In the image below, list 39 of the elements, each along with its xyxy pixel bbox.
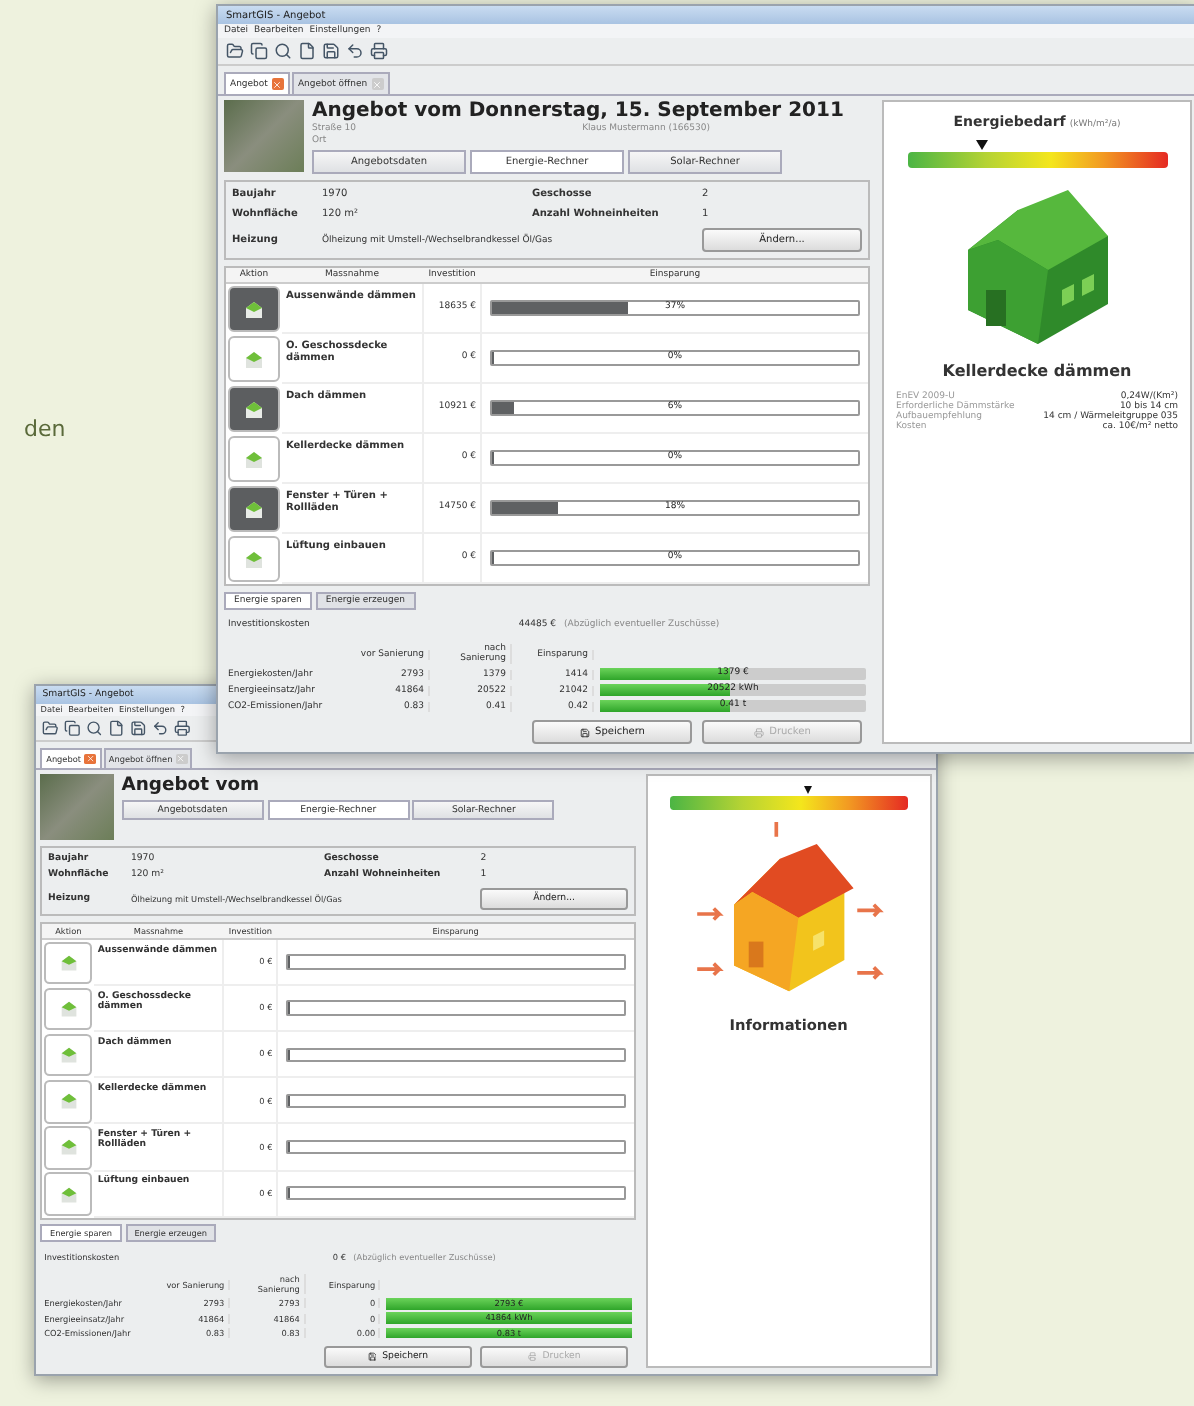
measure-toggle[interactable] [44, 987, 93, 1031]
measure-toggle[interactable] [228, 536, 280, 582]
measure-toggle[interactable] [228, 386, 280, 432]
brochure-text: den [24, 416, 66, 442]
folder-icon[interactable] [42, 720, 59, 737]
offer-title: Angebot vom [121, 773, 262, 796]
search-icon[interactable] [274, 42, 292, 60]
measure-toggle[interactable] [228, 436, 280, 482]
measure-toggle[interactable] [44, 1034, 93, 1077]
file-icon[interactable] [108, 720, 126, 737]
aerial-photo-placeholder [224, 100, 304, 172]
search-icon[interactable] [86, 720, 104, 737]
close-icon[interactable] [271, 78, 284, 90]
save-icon [579, 727, 590, 737]
copy-icon[interactable] [64, 720, 81, 737]
measure-toggle[interactable] [44, 1172, 93, 1216]
measure-heading: Kellerdecke dämmen [942, 362, 1132, 380]
printer-icon[interactable] [370, 42, 388, 60]
measure-toggle[interactable] [228, 486, 280, 532]
measure-toggle[interactable] [44, 1080, 93, 1123]
measure-toggle[interactable] [44, 941, 93, 985]
save-icon[interactable] [322, 42, 340, 60]
save-icon[interactable] [130, 720, 148, 737]
printer-icon[interactable] [174, 720, 192, 737]
printer-icon [753, 727, 764, 737]
measure-heading: Informationen [729, 1016, 848, 1035]
undo-icon[interactable] [152, 720, 170, 737]
measure-toggle[interactable] [44, 1126, 93, 1170]
file-icon[interactable] [298, 42, 316, 60]
offer-title: Angebot vom Donnerstag, 15. September 2011 [312, 100, 846, 122]
aerial-photo-placeholder [40, 773, 115, 841]
save-icon [367, 1351, 377, 1362]
close-icon[interactable] [84, 753, 96, 765]
measure-toggle[interactable] [228, 336, 280, 382]
folder-icon[interactable] [226, 42, 244, 60]
undo-icon[interactable] [346, 42, 364, 60]
measure-toggle[interactable] [228, 286, 280, 332]
copy-icon[interactable] [250, 42, 268, 60]
printer-icon [527, 1351, 537, 1362]
